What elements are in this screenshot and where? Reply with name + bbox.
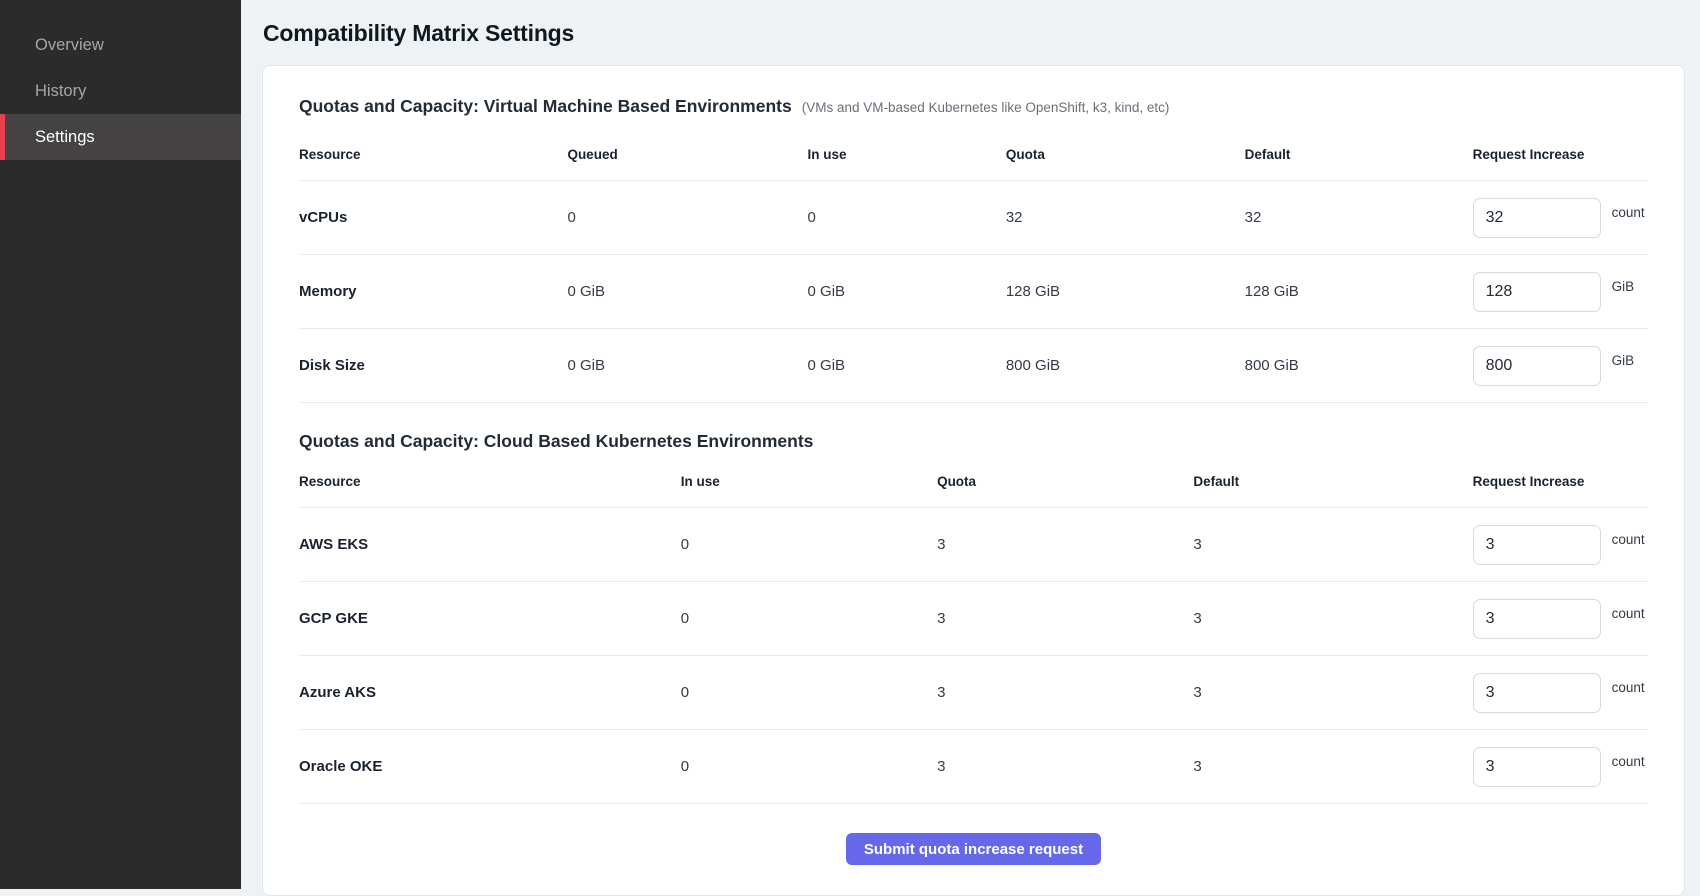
resource-name: vCPUs [299, 181, 567, 255]
unit-label: count [1612, 205, 1645, 220]
unit-label: count [1612, 606, 1645, 621]
request-increase-cell: GiB [1473, 272, 1648, 312]
aws-eks-request-input[interactable] [1473, 525, 1601, 565]
sidebar-item-label: Overview [35, 36, 104, 55]
quota-value: 3 [937, 582, 1193, 656]
table-row-oracle-oke: Oracle OKE 0 3 3 count [299, 730, 1648, 804]
table-row-aws-eks: AWS EKS 0 3 3 count [299, 508, 1648, 582]
k8s-col-default: Default [1193, 454, 1472, 508]
default-value: 3 [1193, 656, 1472, 730]
unit-label: GiB [1612, 279, 1635, 294]
quota-value: 3 [937, 656, 1193, 730]
sidebar-item-settings[interactable]: Settings [0, 114, 241, 160]
table-row-memory: Memory 0 GiB 0 GiB 128 GiB 128 GiB GiB [299, 255, 1648, 329]
submit-quota-button[interactable]: Submit quota increase request [846, 833, 1101, 865]
default-value: 3 [1193, 730, 1472, 804]
vm-col-queued: Queued [567, 127, 807, 181]
vm-col-request-increase: Request Increase [1473, 127, 1648, 181]
unit-label: count [1612, 532, 1645, 547]
default-value: 32 [1245, 181, 1473, 255]
in-use-value: 0 [681, 582, 937, 656]
button-row: Submit quota increase request [299, 804, 1648, 879]
app-root: Overview History Settings Compatibility … [0, 0, 1700, 889]
default-value: 3 [1193, 508, 1472, 582]
memory-request-input[interactable] [1473, 272, 1601, 312]
gcp-gke-request-input[interactable] [1473, 599, 1601, 639]
k8s-section-header: Quotas and Capacity: Cloud Based Kuberne… [299, 431, 1648, 452]
table-row-vcpus: vCPUs 0 0 32 32 count [299, 181, 1648, 255]
disk-size-request-input[interactable] [1473, 346, 1601, 386]
table-row-azure-aks: Azure AKS 0 3 3 count [299, 656, 1648, 730]
vm-col-resource: Resource [299, 127, 567, 181]
queued-value: 0 GiB [567, 255, 807, 329]
resource-name: Memory [299, 255, 567, 329]
quota-value: 3 [937, 508, 1193, 582]
in-use-value: 0 [681, 656, 937, 730]
k8s-table-header-row: Resource In use Quota Default Request In… [299, 454, 1648, 508]
request-increase-cell: count [1473, 525, 1648, 565]
in-use-value: 0 [681, 730, 937, 804]
unit-label: count [1612, 754, 1645, 769]
vcpus-request-input[interactable] [1473, 198, 1601, 238]
queued-value: 0 [567, 181, 807, 255]
default-value: 800 GiB [1245, 329, 1473, 403]
vm-section-subtitle: (VMs and VM-based Kubernetes like OpenSh… [802, 100, 1170, 115]
sidebar-item-history[interactable]: History [0, 68, 241, 114]
in-use-value: 0 [681, 508, 937, 582]
resource-name: Disk Size [299, 329, 567, 403]
quota-value: 32 [1006, 181, 1245, 255]
table-row-disk-size: Disk Size 0 GiB 0 GiB 800 GiB 800 GiB Gi… [299, 329, 1648, 403]
vm-col-in-use: In use [808, 127, 1006, 181]
request-increase-cell: count [1473, 198, 1648, 238]
k8s-col-in-use: In use [681, 454, 937, 508]
resource-name: AWS EKS [299, 508, 681, 582]
in-use-value: 0 GiB [808, 255, 1006, 329]
sidebar: Overview History Settings [0, 0, 241, 889]
azure-aks-request-input[interactable] [1473, 673, 1601, 713]
k8s-col-quota: Quota [937, 454, 1193, 508]
k8s-quota-table: Resource In use Quota Default Request In… [299, 454, 1648, 804]
in-use-value: 0 [808, 181, 1006, 255]
request-increase-cell: count [1473, 599, 1648, 639]
k8s-section-title: Quotas and Capacity: Cloud Based Kuberne… [299, 431, 813, 452]
vm-quota-table: Resource Queued In use Quota Default Req… [299, 127, 1648, 403]
resource-name: GCP GKE [299, 582, 681, 656]
table-row-gcp-gke: GCP GKE 0 3 3 count [299, 582, 1648, 656]
oracle-oke-request-input[interactable] [1473, 747, 1601, 787]
sidebar-item-overview[interactable]: Overview [0, 22, 241, 68]
quota-settings-card: Quotas and Capacity: Virtual Machine Bas… [262, 65, 1685, 896]
quota-value: 128 GiB [1006, 255, 1245, 329]
vm-section-title: Quotas and Capacity: Virtual Machine Bas… [299, 96, 792, 117]
default-value: 3 [1193, 582, 1472, 656]
vm-table-header-row: Resource Queued In use Quota Default Req… [299, 127, 1648, 181]
quota-value: 800 GiB [1006, 329, 1245, 403]
request-increase-cell: count [1473, 673, 1648, 713]
queued-value: 0 GiB [567, 329, 807, 403]
in-use-value: 0 GiB [808, 329, 1006, 403]
sidebar-item-label: Settings [35, 128, 95, 147]
k8s-col-request-increase: Request Increase [1473, 454, 1648, 508]
default-value: 128 GiB [1245, 255, 1473, 329]
vm-section-header: Quotas and Capacity: Virtual Machine Bas… [299, 96, 1648, 117]
unit-label: count [1612, 680, 1645, 695]
k8s-col-resource: Resource [299, 454, 681, 508]
vm-col-quota: Quota [1006, 127, 1245, 181]
vm-col-default: Default [1245, 127, 1473, 181]
request-increase-cell: GiB [1473, 346, 1648, 386]
sidebar-item-label: History [35, 82, 86, 101]
resource-name: Oracle OKE [299, 730, 681, 804]
main-content: Compatibility Matrix Settings Quotas and… [241, 0, 1700, 889]
quota-value: 3 [937, 730, 1193, 804]
resource-name: Azure AKS [299, 656, 681, 730]
page-title: Compatibility Matrix Settings [263, 20, 1685, 47]
unit-label: GiB [1612, 353, 1635, 368]
request-increase-cell: count [1473, 747, 1648, 787]
